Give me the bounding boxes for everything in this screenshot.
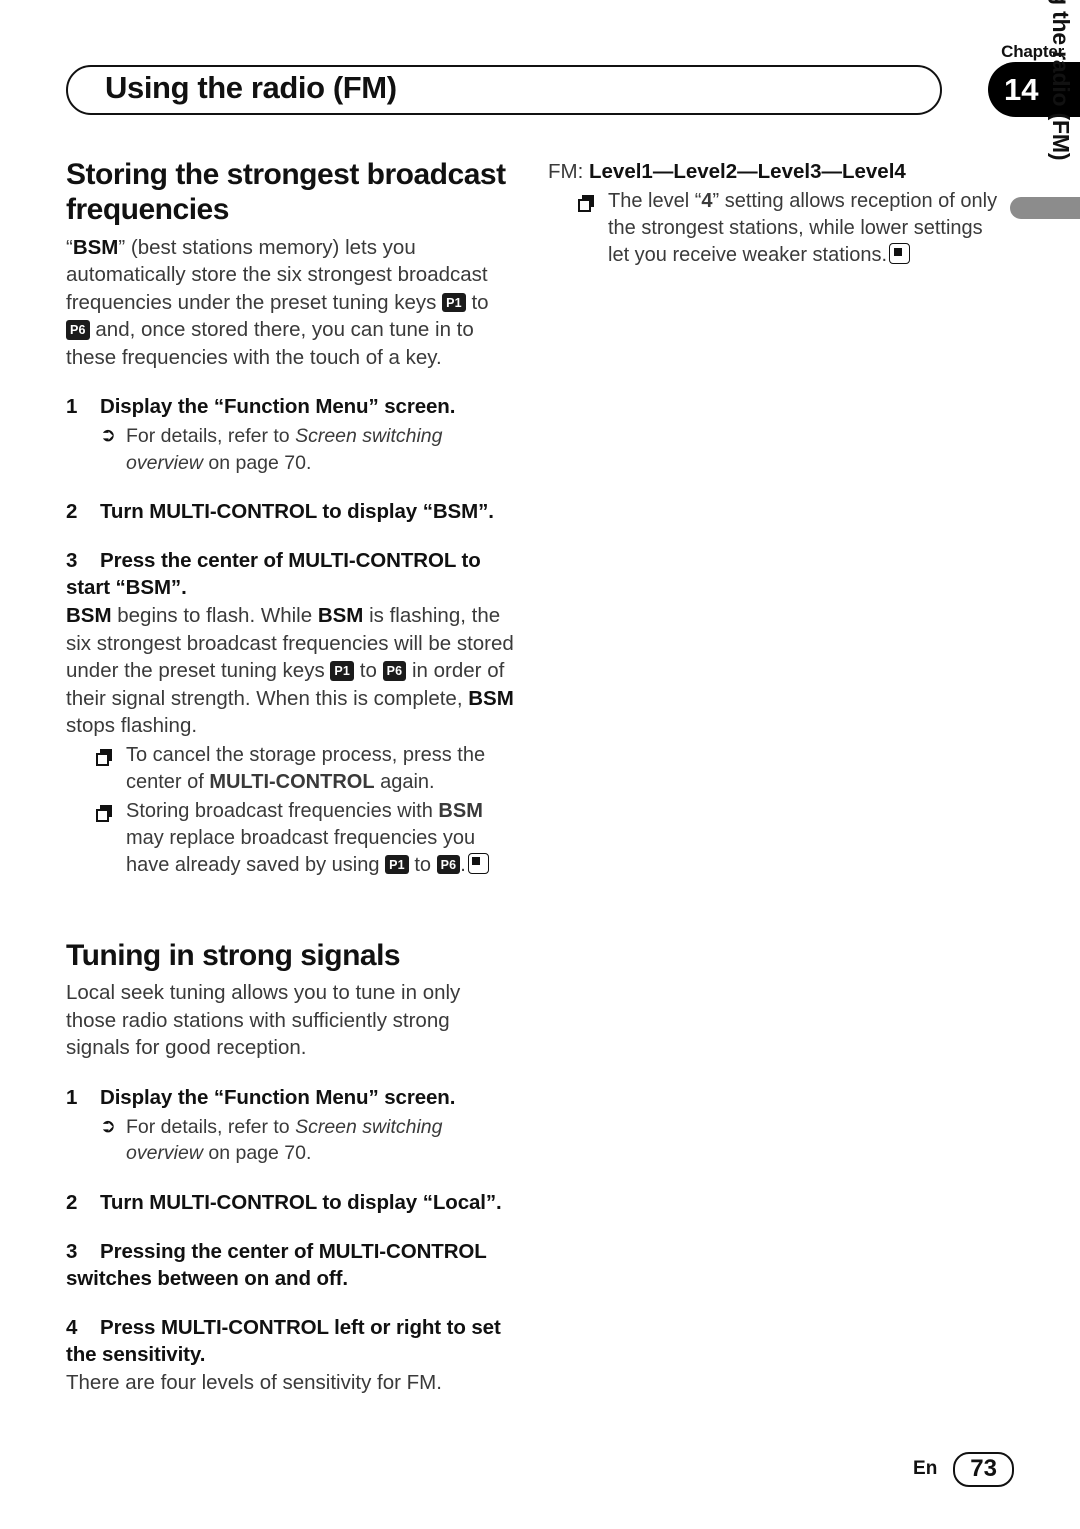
step3-text-5: stops flashing.: [66, 714, 198, 738]
section-heading-storing: Storing the strongest broadcast frequenc…: [66, 158, 506, 226]
storing-step-3-label: Press the center of MULTI-CONTROL to sta…: [66, 549, 481, 600]
tuning-step-2-number: 2: [66, 1190, 78, 1214]
tuning-step-1: 1 Display the “Function Menu” screen. ➲ F…: [66, 1084, 516, 1167]
footer-language: En: [913, 1458, 938, 1480]
storing-note-2: Storing broadcast frequencies with BSM m…: [66, 798, 516, 879]
storing-intro-text-1: ” (best stations memory) lets you automa…: [66, 235, 488, 314]
storing-step-1-head: 1 Display the “Function Menu” screen.: [66, 393, 516, 420]
storing-note-2-text: Storing broadcast frequencies with BSM m…: [126, 798, 516, 879]
storing-step-1-label: Display the “Function Menu” screen.: [100, 395, 456, 419]
fm-levels-sep-3: —: [821, 160, 842, 183]
storing-step-3: 3 Press the center of MULTI-CONTROL to st…: [66, 547, 516, 879]
quote-open: “: [66, 235, 73, 259]
storing-step-1-number: 1: [66, 395, 78, 419]
preset-key-p1-badge-2: P1: [330, 661, 355, 681]
tuning-step-4-head: 4 Press MULTI-CONTROL left or right to se…: [66, 1314, 516, 1368]
refer-prefix-2: For details, refer to: [126, 1115, 296, 1138]
tuning-step-2-label: Turn MULTI-CONTROL to display “Local”.: [100, 1190, 502, 1214]
fm-level-2: Level2: [673, 160, 738, 183]
step3-text-1: begins to flash. While: [111, 604, 318, 628]
preset-key-p6-badge: P6: [66, 320, 90, 340]
tuning-step-3-number: 3: [66, 1239, 78, 1263]
fm-levels-sep-2: —: [737, 160, 758, 183]
tuning-step-2: 2 Turn MULTI-CONTROL to display “Local”.: [66, 1189, 516, 1216]
storing-step-1-refer-text: For details, refer to Screen switching o…: [126, 423, 516, 476]
storing-step-1: 1 Display the “Function Menu” screen. ➲ F…: [66, 393, 516, 476]
note2-text-4: .: [460, 853, 466, 876]
refer-prefix: For details, refer to: [126, 425, 296, 448]
bsm-term: BSM: [72, 235, 119, 259]
tuning-step-4-number: 4: [66, 1315, 78, 1339]
step3-text-3: to: [354, 659, 383, 683]
page-header: Chapter 14 Using the radio (FM): [0, 0, 1080, 125]
refer-arrow-icon: ➲: [100, 1115, 116, 1137]
fm-level-3: Level3: [757, 160, 822, 183]
bsm-term-b1: BSM: [66, 604, 112, 628]
tuning-step-3-label: Pressing the center of MULTI-CONTROL swi…: [66, 1239, 487, 1290]
fm-levels-line: FM: Level1—Level2—Level3—Level4: [548, 158, 998, 186]
storing-note-1: To cancel the storage process, press the…: [66, 742, 516, 796]
end-of-note-icon: [467, 852, 489, 874]
side-tab-label: Using the radio (FM): [1048, 0, 1074, 161]
storing-step-2-head: 2 Turn MULTI-CONTROL to display “BSM”.: [66, 498, 516, 525]
right-column: FM: Level1—Level2—Level3—Level4 The leve…: [548, 158, 998, 269]
storing-step-2-number: 2: [66, 500, 78, 524]
preset-key-p1-badge: P1: [442, 292, 466, 313]
tuning-step-1-refer: ➲ For details, refer to Screen switching…: [66, 1114, 516, 1167]
tuning-step-3: 3 Pressing the center of MULTI-CONTROL sw…: [66, 1238, 516, 1292]
tuning-step-2-head: 2 Turn MULTI-CONTROL to display “Local”.: [66, 1189, 516, 1216]
storing-intro-to: to: [465, 290, 489, 314]
tuning-step-1-head: 1 Display the “Function Menu” screen.: [66, 1084, 516, 1111]
refer-suffix-2: on page 70.: [202, 1142, 312, 1165]
shadow-square-icon: [96, 804, 126, 886]
fm-level-1: Level1: [589, 160, 653, 183]
page-footer: En 73: [913, 1451, 1014, 1487]
shadow-square-icon: [96, 748, 126, 803]
fm-note-text-1: The level “: [608, 190, 702, 212]
tuning-step-3-head: 3 Pressing the center of MULTI-CONTROL sw…: [66, 1238, 516, 1292]
tuning-step-4-label: Press MULTI-CONTROL left or right to set…: [66, 1315, 501, 1366]
footer-page-number: 73: [953, 1451, 1014, 1487]
note1-text-2: again.: [374, 770, 435, 793]
note2-text-3: to: [408, 853, 437, 876]
storing-step-3-head: 3 Press the center of MULTI-CONTROL to st…: [66, 547, 516, 601]
tuning-step-1-label: Display the “Function Menu” screen.: [100, 1085, 456, 1109]
section-heading-tuning: Tuning in strong signals: [66, 938, 401, 972]
refer-suffix: on page 70.: [202, 451, 312, 474]
refer-arrow-icon: ➲: [100, 425, 116, 447]
bsm-term-b2: BSM: [317, 604, 364, 628]
storing-intro-paragraph: “BSM” (best stations memory) lets you au…: [66, 234, 516, 372]
fm-level-note: The level “4” setting allows reception o…: [548, 188, 998, 269]
storing-step-2: 2 Turn MULTI-CONTROL to display “BSM”.: [66, 498, 516, 525]
bsm-term-note2: BSM: [438, 799, 483, 822]
storing-step-2-label: Turn MULTI-CONTROL to display “BSM”.: [100, 500, 494, 524]
tuning-step-4: 4 Press MULTI-CONTROL left or right to se…: [66, 1314, 516, 1397]
end-of-note-icon: [889, 243, 911, 264]
fm-levels-sep-1: —: [652, 160, 674, 183]
page-title: Using the radio (FM): [105, 70, 397, 105]
storing-step-3-body: BSM begins to flash. While BSM is flashi…: [66, 602, 516, 740]
storing-note-1-text: To cancel the storage process, press the…: [126, 742, 516, 796]
bsm-term-b3: BSM: [468, 686, 514, 710]
note2-text-1: Storing broadcast frequencies with: [126, 799, 439, 822]
fm-levels-prefix: FM:: [548, 160, 589, 183]
left-column: Storing the strongest broadcast frequenc…: [66, 158, 516, 1396]
tuning-step-1-number: 1: [66, 1085, 78, 1109]
preset-key-p1-badge-3: P1: [385, 854, 409, 875]
preset-key-p6-badge-2: P6: [382, 661, 407, 681]
storing-step-1-refer: ➲ For details, refer to Screen switching…: [66, 423, 516, 476]
fm-note-level-value: 4: [701, 190, 713, 212]
fm-level-note-text: The level “4” setting allows reception o…: [608, 188, 998, 269]
fm-level-4: Level4: [841, 160, 906, 183]
multi-control-term-1: MULTI-CONTROL: [209, 770, 375, 793]
tuning-step-1-refer-text: For details, refer to Screen switching o…: [126, 1114, 516, 1167]
storing-step-3-number: 3: [66, 549, 78, 573]
storing-intro-text-2: and, once stored there, you can tune in …: [66, 318, 474, 369]
preset-key-p6-badge-3: P6: [436, 854, 461, 875]
tuning-intro-paragraph: Local seek tuning allows you to tune in …: [66, 981, 461, 1060]
shadow-square-icon: [578, 195, 608, 276]
tuning-step-4-body: There are four levels of sensitivity for…: [66, 1370, 442, 1394]
